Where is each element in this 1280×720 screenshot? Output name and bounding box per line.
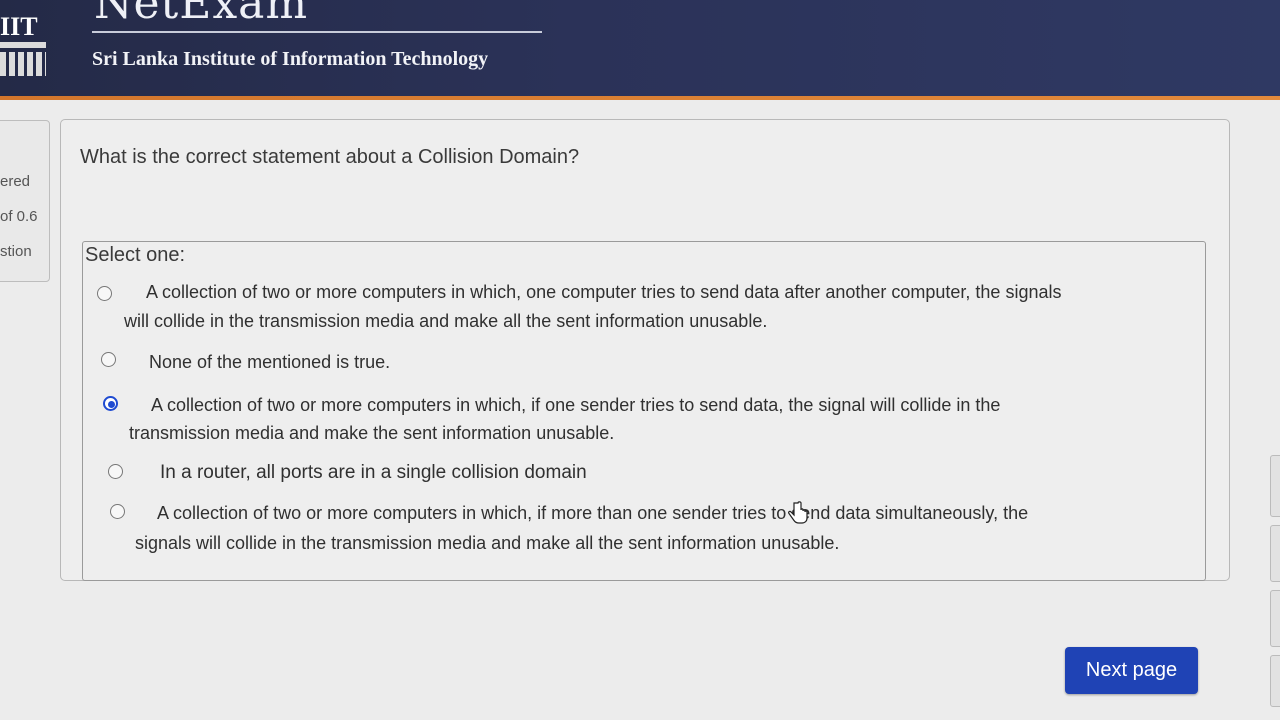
option-2-line1[interactable]: None of the mentioned is true. <box>149 348 390 376</box>
option-2-radio[interactable] <box>101 352 116 367</box>
option-1-line1[interactable]: A collection of two or more computers in… <box>146 278 1061 306</box>
title-divider <box>92 31 542 33</box>
logo-text: IIT <box>0 12 38 41</box>
question-mark[interactable]: of 0.6 <box>0 208 38 225</box>
option-5-line1[interactable]: A collection of two or more computers in… <box>157 499 1028 527</box>
question-status: ered <box>0 173 31 190</box>
option-5-radio[interactable] <box>110 504 125 519</box>
option-5-line2[interactable]: signals will collide in the transmission… <box>135 529 839 557</box>
institute-name: Sri Lanka Institute of Information Techn… <box>92 48 489 70</box>
logo-bar <box>0 42 46 48</box>
app-title: NetExam <box>94 0 309 29</box>
option-3-line1[interactable]: A collection of two or more computers in… <box>151 391 1000 419</box>
select-one-label: Select one: <box>85 244 186 266</box>
right-nav-block-2 <box>1270 525 1280 582</box>
next-page-button[interactable]: Next page <box>1065 647 1198 694</box>
flag-question-link[interactable]: stion <box>0 243 32 260</box>
option-1-radio[interactable] <box>97 286 112 301</box>
header-accent-line <box>0 96 1280 100</box>
right-nav-block-3 <box>1270 590 1280 647</box>
question-text: What is the correct statement about a Co… <box>80 146 580 168</box>
site-header: IIT NetExam Sri Lanka Institute of Infor… <box>0 0 1280 97</box>
option-4-line1[interactable]: In a router, all ports are in a single c… <box>160 459 587 487</box>
option-4-radio[interactable] <box>108 464 123 479</box>
sliit-logo: IIT <box>0 0 48 80</box>
hand-cursor-icon <box>788 501 808 524</box>
option-3-radio[interactable] <box>103 396 118 411</box>
right-nav-block-4 <box>1270 655 1280 707</box>
logo-grid <box>0 52 46 76</box>
option-3-line2[interactable]: transmission media and make the sent inf… <box>129 419 614 447</box>
right-nav-block-1 <box>1270 455 1280 517</box>
option-1-line2[interactable]: will collide in the transmission media a… <box>124 307 767 335</box>
